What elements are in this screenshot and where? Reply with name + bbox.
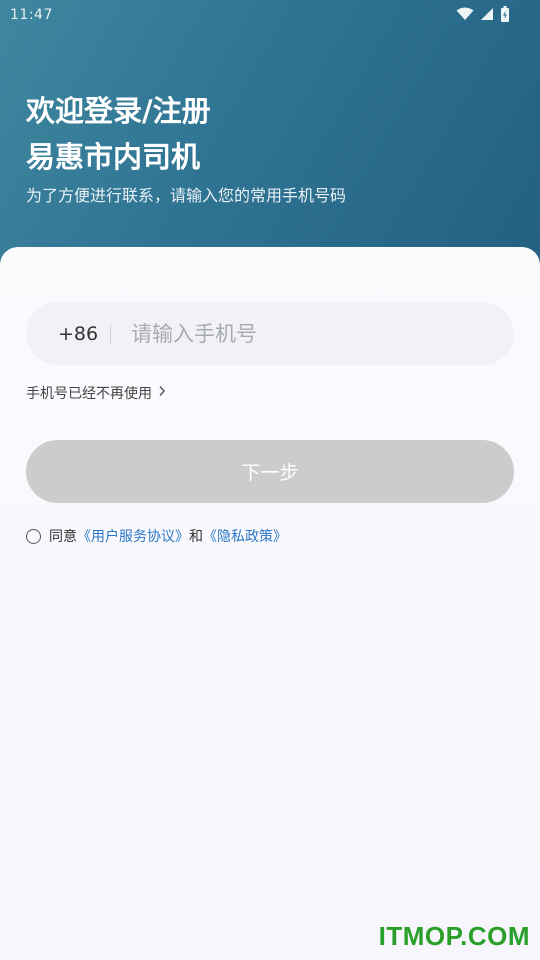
- chevron-right-icon: [158, 385, 166, 401]
- agreement-row: 同意 《用户服务协议》 和 《隐私政策》: [26, 526, 287, 546]
- watermark-logo: ITMOP.COM: [378, 921, 530, 951]
- signal-icon: [480, 7, 494, 21]
- input-divider: [110, 324, 111, 343]
- phone-input[interactable]: [131, 321, 471, 346]
- phone-input-group: +86: [26, 302, 514, 365]
- agreement-conjunction: 和: [189, 529, 203, 545]
- phone-no-longer-used-label: 手机号已经不再使用: [26, 386, 152, 402]
- page-subtitle: 为了方便进行联系，请输入您的常用手机号码: [26, 186, 347, 205]
- next-button[interactable]: 下一步: [26, 440, 514, 503]
- status-icons: [456, 6, 510, 22]
- login-card: +86 手机号已经不再使用 下一步 同意 《用户服务协议》 和 《隐私政策》: [0, 247, 540, 960]
- status-bar: 11:47: [0, 0, 540, 32]
- privacy-policy-link[interactable]: 《隐私政策》: [203, 526, 287, 546]
- status-time: 11:47: [10, 7, 53, 23]
- user-agreement-link[interactable]: 《用户服务协议》: [77, 526, 189, 546]
- page-title-line2: 易惠市内司机: [26, 140, 201, 174]
- wifi-icon: [456, 7, 474, 21]
- phone-no-longer-used-link[interactable]: 手机号已经不再使用: [26, 383, 166, 403]
- battery-icon: [500, 6, 510, 22]
- page-title-line1: 欢迎登录/注册: [26, 94, 211, 128]
- country-code[interactable]: +86: [58, 323, 104, 345]
- agreement-prefix: 同意: [49, 529, 77, 545]
- agreement-radio[interactable]: [26, 528, 41, 544]
